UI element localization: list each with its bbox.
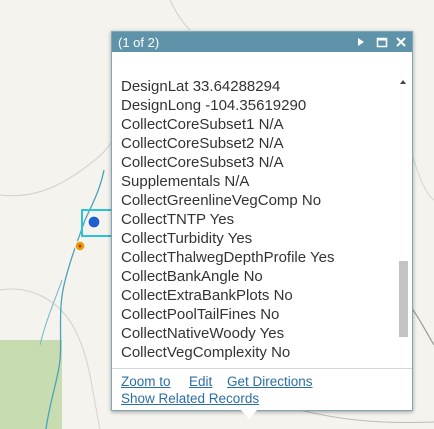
popup-pointer	[240, 409, 258, 419]
popup-scrollbar[interactable]	[397, 74, 410, 372]
attribute-row: CollectTurbidity Yes	[121, 230, 253, 247]
close-icon[interactable]	[394, 34, 408, 50]
attribute-row: CollectGreenlineVegComp No	[121, 192, 322, 209]
attribute-row: CollectExtraBankPlots No	[121, 287, 293, 304]
attribute-row: CollectVegComplexity No	[121, 344, 291, 361]
attribute-row: CollectCoreSubset1 N/A	[121, 116, 284, 133]
attribute-row: CollectTNTP Yes	[121, 211, 235, 228]
feature-popup: (1 of 2) DesignLat 33.64288294 DesignLon…	[111, 31, 413, 411]
attribute-row: CollectCoreSubset2 N/A	[121, 135, 284, 152]
attribute-row: CollectPoolTailFines No	[121, 306, 280, 323]
get-directions-link[interactable]: Get Directions	[227, 374, 313, 389]
edit-link[interactable]: Edit	[189, 374, 212, 389]
maximize-icon[interactable]	[375, 34, 389, 50]
popup-content: DesignLat 33.64288294 DesignLong -104.35…	[112, 52, 412, 372]
attribute-row: CollectCoreSubset3 N/A	[121, 154, 284, 171]
green-area	[0, 340, 62, 429]
popup-title-bar: (1 of 2)	[112, 32, 412, 52]
attribute-row: CollectNativeWoody Yes	[121, 325, 285, 342]
point-marker-center	[78, 244, 82, 248]
attribute-list: DesignLat 33.64288294 DesignLong -104.35…	[121, 77, 334, 362]
attribute-row: CollectBankAngle No	[121, 268, 263, 285]
attribute-row: DesignLong -104.35619290	[121, 97, 307, 114]
selected-point-marker[interactable]	[87, 215, 101, 229]
attribute-row: CollectThalwegDepthProfile Yes	[121, 249, 335, 266]
next-arrow-icon[interactable]	[354, 34, 368, 50]
scroll-up-icon[interactable]	[400, 80, 406, 84]
popup-actions: Zoom to Edit Get Directions Show Related…	[112, 368, 412, 411]
show-related-records-link[interactable]: Show Related Records	[121, 391, 259, 406]
zoom-to-link[interactable]: Zoom to	[121, 374, 171, 389]
attribute-row: DesignLat 33.64288294	[121, 78, 281, 95]
scroll-thumb[interactable]	[399, 261, 408, 338]
popup-title: (1 of 2)	[118, 35, 160, 50]
attribute-row: Supplementals N/A	[121, 173, 250, 190]
